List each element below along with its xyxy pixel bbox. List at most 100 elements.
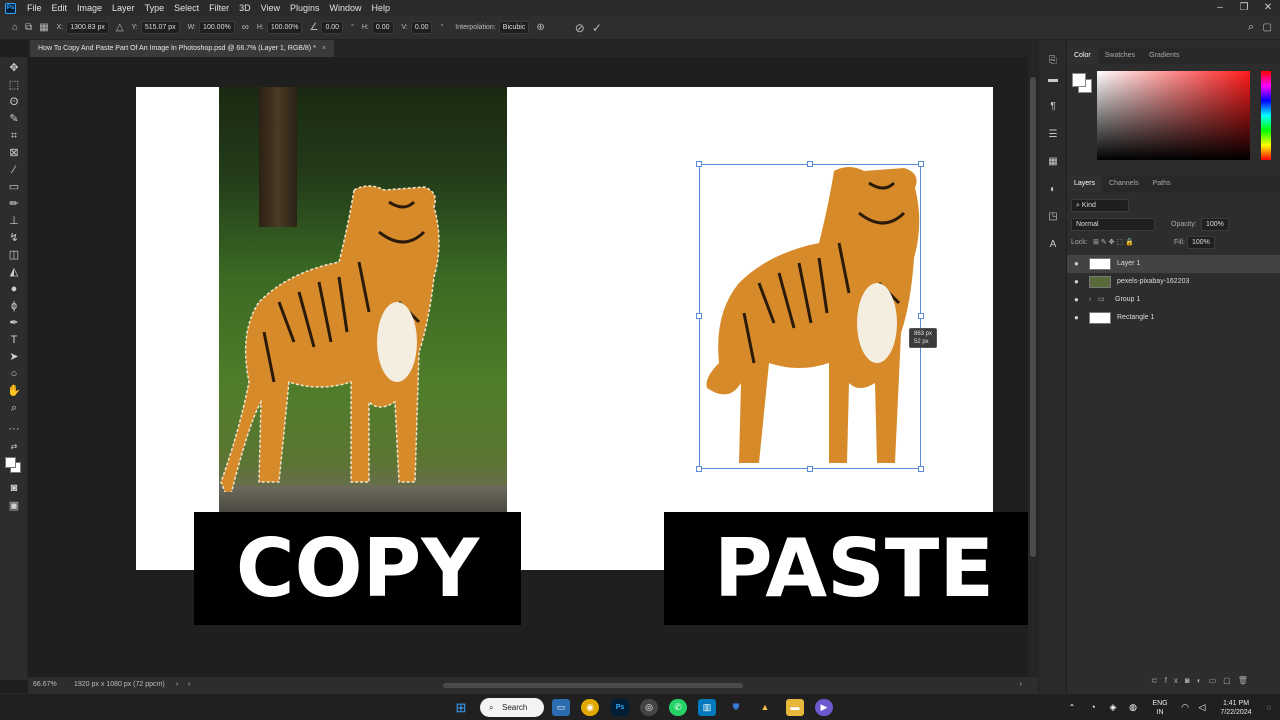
width-field[interactable]: 100.00% [199,21,235,34]
zoom-level[interactable]: 66.67% [33,677,57,693]
comments-panel-icon[interactable]: ▬ [1045,73,1061,87]
lasso-tool-icon[interactable]: ʘ [5,94,23,110]
menu-file[interactable]: File [22,0,47,16]
transform-handle-top[interactable] [807,161,813,167]
paint-bucket-tool-icon[interactable]: ◭ [5,264,23,280]
status-menu-arrow-icon[interactable]: › [176,677,178,693]
blur-tool-icon[interactable]: ● [5,281,23,297]
dodge-tool-icon[interactable]: ɸ [5,298,23,314]
tab-channels[interactable]: Channels [1102,176,1146,192]
fill-field[interactable]: 100% [1187,236,1215,249]
link-icon[interactable]: ∞ [242,22,249,33]
photoshop-taskbar-icon[interactable]: Ps [611,699,629,716]
language-indicator[interactable]: ENG IN [1148,699,1172,717]
transform-handle-bottom-right[interactable] [918,466,924,472]
warp-icon[interactable]: ⊕ [536,22,544,33]
tray-app-icon[interactable]: ◔ [1084,699,1102,716]
menu-type[interactable]: Type [140,0,170,16]
transform-handle-right[interactable] [918,313,924,319]
expand-chevron-icon[interactable]: › [1089,291,1091,309]
character-panel-icon[interactable]: A [1045,238,1061,252]
media-player-icon[interactable]: ▶ [815,699,833,716]
more-tools-icon[interactable]: ··· [5,421,23,437]
tab-gradients[interactable]: Gradients [1142,48,1186,64]
v-skew-field[interactable]: 0.00 [410,21,433,34]
tab-swatches[interactable]: Swatches [1098,48,1142,64]
delta-icon[interactable]: △ [116,22,124,33]
layer-row[interactable]: ● Layer 1 [1067,255,1280,273]
file-explorer-icon[interactable]: ▬ [786,699,804,716]
brush-tool-icon[interactable]: ✏ [5,196,23,212]
home-icon[interactable]: ⌂ [12,22,18,33]
whatsapp-icon[interactable]: ✆ [669,699,687,716]
transform-handle-left[interactable] [696,313,702,319]
vertical-scroll-thumb[interactable] [1030,77,1036,557]
opacity-field[interactable]: 100% [1201,218,1229,231]
layer-row[interactable]: ● pexels-pixabay-162203 [1067,273,1280,291]
vlc-icon[interactable]: ▲ [756,699,774,716]
transform-handle-bottom-left[interactable] [696,466,702,472]
transform-handle-bottom[interactable] [807,466,813,472]
shield-icon[interactable]: ⛊ [727,699,745,716]
layer-row[interactable]: ● Rectangle 1 [1067,309,1280,327]
color-panel-foreground-swatch[interactable] [1072,73,1086,87]
free-transform-bounding-box[interactable] [696,161,924,472]
menu-help[interactable]: Help [367,0,396,16]
trello-icon[interactable]: ▥ [698,699,716,716]
photoshop-logo-icon[interactable]: Ps [5,2,16,14]
hand-tool-icon[interactable]: ✋ [5,383,23,399]
layer-row[interactable]: ● › ▭ Group 1 [1067,291,1280,309]
menu-view[interactable]: View [256,0,285,16]
canvas-area[interactable]: 863 px 52 px COPY PASTE [28,57,1028,677]
layer-filter-kind[interactable]: ⌕ Kind [1071,199,1129,212]
scroll-left-icon[interactable]: ‹ [188,677,190,693]
angle-field[interactable]: 0.00 [321,21,344,34]
scroll-right-icon[interactable]: › [1020,677,1022,693]
tray-app-icon-3[interactable]: ◍ [1124,699,1142,716]
taskbar-search[interactable]: ⌕ Search [480,698,544,717]
document-tab[interactable]: How To Copy And Paste Part Of An Image I… [30,40,334,57]
tray-app-icon-2[interactable]: ◈ [1104,699,1122,716]
paragraph-panel-icon[interactable]: ¶ [1045,100,1061,114]
obs-icon[interactable]: ◎ [640,699,658,716]
task-view-icon[interactable]: ▭ [552,699,570,716]
windows-start-icon[interactable]: ⊞ [452,699,470,716]
menu-layer[interactable]: Layer [107,0,140,16]
quick-mask-icon[interactable]: ◙ [5,480,23,496]
reference-point-icon[interactable]: ▦ [39,22,48,33]
libraries-panel-icon[interactable]: ▦ [1045,155,1061,169]
notification-bell-icon[interactable]: ◌ [1260,699,1278,716]
tab-close-icon[interactable]: × [322,45,326,52]
chrome-icon[interactable]: ◉ [581,699,599,716]
type-tool-icon[interactable]: T [5,332,23,348]
h-skew-field[interactable]: 0.00 [371,21,394,34]
path-selection-tool-icon[interactable]: ➤ [5,349,23,365]
menu-window[interactable]: Window [325,0,367,16]
menu-select[interactable]: Select [169,0,204,16]
visibility-eye-icon[interactable]: ● [1074,273,1079,291]
screen-mode-icon[interactable]: ▣ [5,498,23,514]
swap-colors-icon[interactable]: ⇄ [5,439,23,455]
glyphs-panel-icon[interactable]: ◳ [1045,210,1061,224]
crop-tool-icon[interactable]: ⌗ [5,128,23,144]
close-icon[interactable]: ✕ [1256,0,1280,16]
clock[interactable]: 1:41 PM 7/22/2024 [1212,699,1260,717]
menu-plugins[interactable]: Plugins [285,0,325,16]
commit-transform-icon[interactable]: ✓ [592,21,602,35]
clone-stamp-tool-icon[interactable]: ⊥ [5,213,23,229]
menu-filter[interactable]: Filter [204,0,234,16]
search-icon[interactable]: ⌕ [1248,21,1254,34]
layer-footer-icons[interactable]: ⊂fx◙◐▭▢🗑 [1151,676,1255,685]
transform-handle-top-left[interactable] [696,161,702,167]
lock-icons[interactable]: ⊞ ✎ ✥ ⬚ 🔒 [1093,236,1134,249]
menu-3d[interactable]: 3D [234,0,256,16]
color-picker-field[interactable] [1097,71,1250,160]
tab-layers[interactable]: Layers [1067,176,1103,192]
workspace-icon[interactable]: ▢ [1263,22,1272,33]
vertical-scrollbar[interactable] [1028,57,1038,677]
wifi-icon[interactable]: ◠ [1176,699,1194,716]
y-field[interactable]: 515.07 px [140,21,180,34]
transform-handle-top-right[interactable] [918,161,924,167]
document-canvas[interactable]: 863 px 52 px [136,87,993,570]
horizontal-scroll-thumb[interactable] [443,683,743,688]
